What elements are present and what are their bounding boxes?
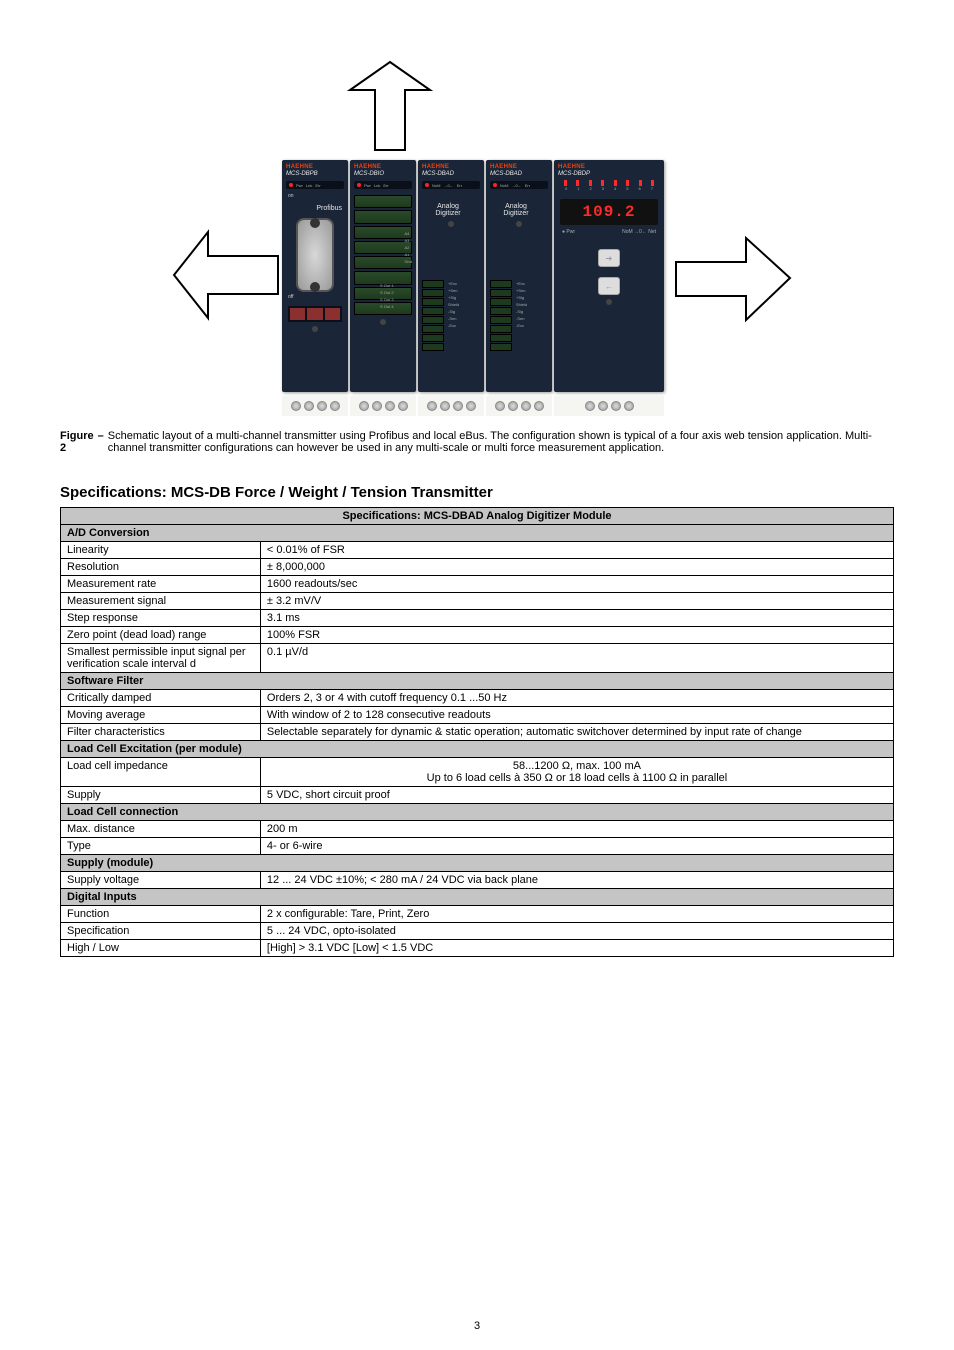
table-row: Smallest permissible input signal per ve…: [61, 644, 894, 673]
page: HAEHNE MCS-DBPB PwrLnkErr on Profibus of…: [0, 0, 954, 1350]
left-arrow-icon: [170, 220, 280, 330]
module-profibus: HAEHNE MCS-DBPB PwrLnkErr on Profibus of…: [282, 160, 348, 392]
db9-connector-icon: [296, 218, 334, 292]
table-row: Zero point (dead load) range100% FSR: [61, 627, 894, 644]
module-model: MCS-DBAD: [486, 170, 552, 177]
module-model: MCS-DBIO: [350, 170, 416, 177]
page-number: 3: [0, 1320, 954, 1332]
module-model: MCS-DBPB: [282, 170, 348, 177]
brand-label: HAEHNE: [282, 160, 348, 170]
module-display: HAEHNE MCS-DBDP 01234567 109.2 ● PwrNoM …: [554, 160, 664, 392]
subheader-exc: Load Cell Excitation (per module): [61, 741, 894, 758]
table-row: High / Low[High] > 3.1 VDC [Low] < 1.5 V…: [61, 940, 894, 957]
table-row: Load cell impedance58...1200 Ω, max. 100…: [61, 758, 894, 787]
subheader-filter: Software Filter: [61, 673, 894, 690]
mounting-feet: [282, 396, 664, 416]
table-row: Supply5 VDC, short circuit proof: [61, 787, 894, 804]
table-row: Type4- or 6-wire: [61, 838, 894, 855]
up-arrow-icon: [335, 60, 455, 155]
table-row: Max. distance200 m: [61, 821, 894, 838]
table-row: Function2 x configurable: Tare, Print, Z…: [61, 906, 894, 923]
table-row: Critically dampedOrders 2, 3 or 4 with c…: [61, 690, 894, 707]
table-header: Specifications: MCS-DBAD Analog Digitize…: [61, 508, 894, 525]
led-row: NoM→0←Err: [422, 181, 480, 189]
right-button[interactable]: ➔: [598, 249, 620, 267]
figure-caption: Figure 2 – Schematic layout of a multi-c…: [60, 430, 894, 454]
subheader-supply: Supply (module): [61, 855, 894, 872]
module-type-label: Profibus: [282, 205, 348, 212]
figure-caption-text: Schematic layout of a multi-channel tran…: [108, 430, 894, 454]
subheader-di: Digital Inputs: [61, 889, 894, 906]
section-title: Specifications: MCS-DB Force / Weight / …: [60, 484, 894, 501]
table-row: Step response3.1 ms: [61, 610, 894, 627]
brand-label: HAEHNE: [486, 160, 552, 170]
subheader-ad: A/D Conversion: [61, 525, 894, 542]
module-model: MCS-DBAD: [418, 170, 484, 177]
spec-table: Specifications: MCS-DBAD Analog Digitize…: [60, 507, 894, 957]
table-row: Supply voltage12 ... 24 VDC ±10%; < 280 …: [61, 872, 894, 889]
right-arrow-icon: [674, 230, 794, 330]
led-row: PwrLnkErr: [354, 181, 412, 189]
table-row: Measurement signal± 3.2 mV/V: [61, 593, 894, 610]
module-analog-2: HAEHNE MCS-DBAD NoM→0←Err Analog Digitiz…: [486, 160, 552, 392]
table-row: Specification5 ... 24 VDC, opto-isolated: [61, 923, 894, 940]
seven-segment-display: 109.2: [560, 199, 658, 225]
table-row: Filter characteristicsSelectable separat…: [61, 724, 894, 741]
figure-dash: –: [98, 430, 104, 442]
table-row: Measurement rate1600 readouts/sec: [61, 576, 894, 593]
table-row: Linearity< 0.01% of FSR: [61, 542, 894, 559]
device-figure: HAEHNE MCS-DBPB PwrLnkErr on Profibus of…: [60, 60, 894, 420]
terminal-block: [490, 280, 512, 351]
led-row: NoM→0←Err: [490, 181, 548, 189]
module-model: MCS-DBDP: [554, 170, 664, 177]
module-analog-1: HAEHNE MCS-DBAD NoM→0←Err Analog Digitiz…: [418, 160, 484, 392]
brand-label: HAEHNE: [554, 160, 664, 170]
brand-label: HAEHNE: [418, 160, 484, 170]
figure-label: Figure 2: [60, 430, 94, 454]
led-row: PwrLnkErr: [286, 181, 344, 189]
subheader-conn: Load Cell connection: [61, 804, 894, 821]
terminal-block: [422, 280, 444, 351]
module-io: HAEHNE MCS-DBIO PwrLnkErr S Out 1S Out 2…: [350, 160, 416, 392]
brand-label: HAEHNE: [350, 160, 416, 170]
left-button[interactable]: ←: [598, 277, 620, 295]
table-row: Moving averageWith window of 2 to 128 co…: [61, 707, 894, 724]
table-row: Resolution± 8,000,000: [61, 559, 894, 576]
module-rack: HAEHNE MCS-DBPB PwrLnkErr on Profibus of…: [282, 160, 664, 392]
